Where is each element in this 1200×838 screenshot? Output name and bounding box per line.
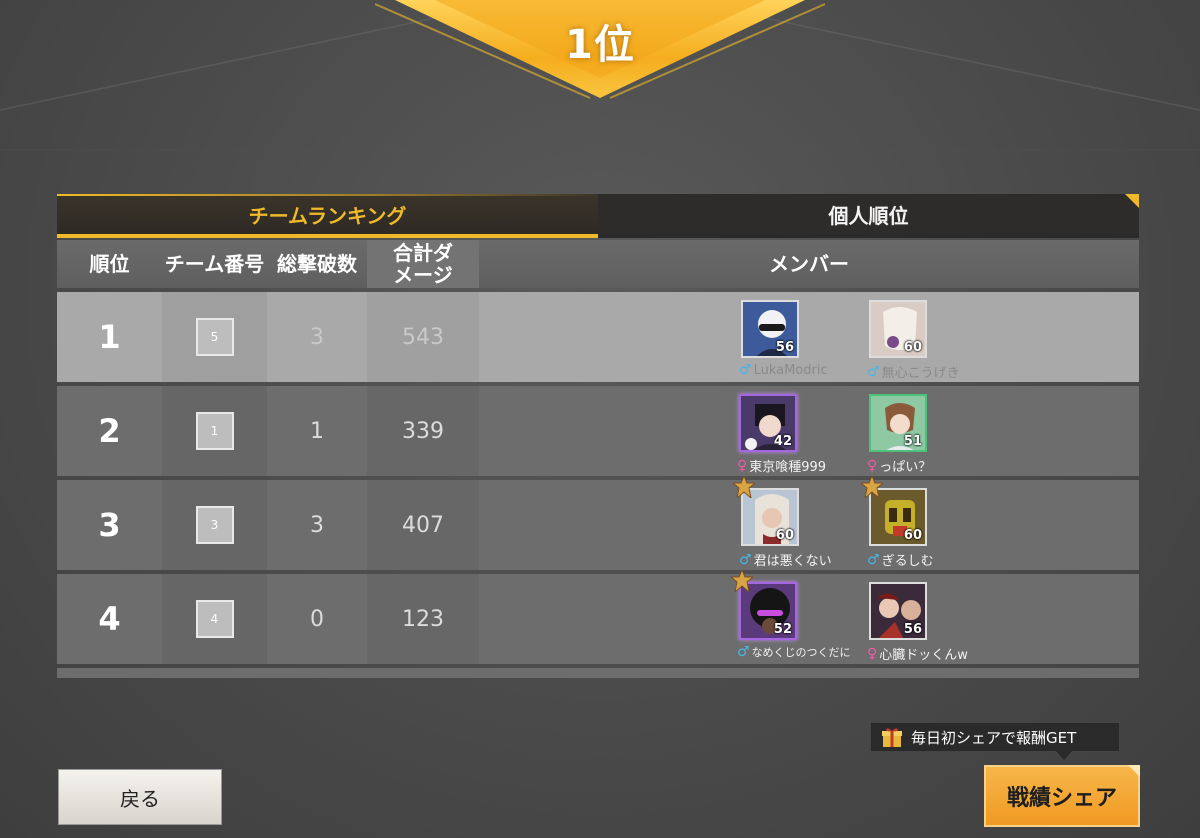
share-reward-tooltip: 毎日初シェアで報酬GET — [870, 722, 1120, 760]
member-level: 60 — [903, 528, 922, 543]
row-members: 56 ♂ LukaModric 60 ♂ 無心こうげき — [479, 292, 1139, 382]
row-kills: 1 — [310, 418, 324, 444]
member-card[interactable]: 52 ♂ なめくじのつくだに — [731, 570, 867, 664]
table-row[interactable] — [57, 668, 1139, 678]
member-card[interactable]: 56 ♀ 心臓ドッくんw — [867, 582, 997, 664]
table-header: 順位 チーム番号 総撃破数 合計ダメージ メンバー — [57, 240, 1139, 288]
row-members: 52 ♂ なめくじのつくだに 56 ♀ 心臓ドッくんw — [479, 570, 1139, 664]
rank-crest-icon — [733, 476, 755, 498]
member-name-line: ♂ 君は悪くない — [739, 550, 832, 570]
member-level: 56 — [903, 622, 922, 637]
member-avatar: 56 — [869, 582, 927, 640]
team-number-badge: 4 — [195, 600, 234, 638]
member-name: 君は悪くない — [753, 554, 832, 569]
table-row[interactable]: 3 3 3 407 60 ♂ 君は悪くない 60 ♂ ぎるしむ — [57, 476, 1139, 570]
row-members: 60 ♂ 君は悪くない 60 ♂ ぎるしむ — [479, 476, 1139, 570]
team-number-badge: 5 — [195, 318, 234, 356]
member-card[interactable]: 60 ♂ ぎるしむ — [861, 476, 997, 570]
member-name-line: ♀ 東京喰種999 — [737, 456, 827, 476]
row-damage: 339 — [367, 386, 479, 476]
table-row[interactable]: 4 4 0 123 52 ♂ なめくじのつくだに 56 ♀ 心臓ドッくんw — [57, 570, 1139, 664]
member-card[interactable]: 60 ♂ 君は悪くない — [733, 476, 869, 570]
header-total-damage-label: 合計ダメージ — [393, 241, 453, 287]
member-name-line: ♀ 心臓ドッくんw — [867, 644, 968, 664]
member-name: 心臓ドッくんw — [879, 648, 968, 663]
team-number-badge: 3 — [195, 506, 234, 544]
row-damage: 123 — [367, 574, 479, 664]
member-name: っぱい？ — [879, 460, 932, 475]
member-avatar: 42 — [739, 394, 797, 452]
member-name: 東京喰種999 — [749, 460, 827, 475]
row-kills: 3 — [310, 512, 324, 538]
member-name-line: ♂ なめくじのつくだに — [737, 644, 851, 660]
table-row[interactable]: 2 1 1 339 42 ♀ 東京喰種999 51 ♀ っぱい？ — [57, 386, 1139, 476]
header-team-number: チーム番号 — [164, 252, 265, 276]
male-icon: ♂ — [867, 551, 880, 568]
male-icon: ♂ — [867, 363, 880, 380]
male-icon: ♂ — [739, 362, 752, 378]
male-icon: ♂ — [737, 644, 750, 660]
row-team-number: 1 — [162, 386, 267, 476]
member-level: 56 — [775, 340, 794, 355]
ranking-table[interactable]: 順位 チーム番号 総撃破数 合計ダメージ メンバー 1 5 3 543 56 ♂… — [57, 240, 1139, 678]
member-avatar: 60 — [869, 300, 927, 358]
back-button[interactable]: 戻る — [58, 769, 222, 825]
row-rank: 3 — [98, 506, 121, 544]
male-icon: ♂ — [739, 551, 752, 568]
member-name: 無心こうげき — [881, 366, 960, 381]
member-card[interactable]: 56 ♂ LukaModric — [739, 300, 869, 382]
header-total-kills: 総撃破数 — [277, 252, 357, 276]
member-avatar: 56 — [741, 300, 799, 358]
tab-individual-ranking[interactable]: 個人順位 — [598, 194, 1139, 238]
gift-icon — [882, 728, 902, 747]
row-team-number: 5 — [162, 292, 267, 382]
member-level: 42 — [773, 434, 792, 449]
rank-crest-icon — [731, 570, 753, 592]
header-members: メンバー — [769, 252, 849, 276]
row-team-number: 3 — [162, 480, 267, 570]
member-card[interactable]: 51 ♀ っぱい？ — [867, 394, 997, 476]
member-name-line: ♂ LukaModric — [739, 362, 828, 378]
member-name-line: ♂ ぎるしむ — [867, 550, 934, 570]
member-card[interactable]: 42 ♀ 東京喰種999 — [737, 394, 867, 476]
tab-team-ranking[interactable]: チームランキング — [57, 194, 598, 238]
row-members: 42 ♀ 東京喰種999 51 ♀ っぱい？ — [479, 386, 1139, 476]
member-avatar: 51 — [869, 394, 927, 452]
member-level: 52 — [773, 622, 792, 637]
table-row[interactable]: 1 5 3 543 56 ♂ LukaModric 60 ♂ 無心こうげき — [57, 292, 1139, 382]
row-team-number: 4 — [162, 574, 267, 664]
row-kills: 0 — [310, 606, 324, 632]
female-icon: ♀ — [737, 457, 748, 474]
female-icon: ♀ — [867, 457, 878, 474]
member-name: なめくじのつくだに — [751, 646, 851, 659]
row-kills: 3 — [310, 324, 324, 350]
member-name-line: ♀ っぱい？ — [867, 456, 932, 476]
member-level: 60 — [775, 528, 794, 543]
member-name: ぎるしむ — [881, 554, 934, 569]
header-rank: 順位 — [89, 252, 130, 276]
share-results-button[interactable]: 戦績シェア — [984, 765, 1140, 827]
member-level: 51 — [903, 434, 922, 449]
row-damage: 543 — [367, 292, 479, 382]
female-icon: ♀ — [867, 645, 878, 662]
rank-label: 1位 — [565, 22, 635, 68]
share-tip-text: 毎日初シェアで報酬GET — [911, 728, 1077, 747]
row-rank: 2 — [98, 412, 121, 450]
rank-crest-icon — [861, 476, 883, 498]
member-name-line: ♂ 無心こうげき — [867, 362, 960, 382]
team-number-badge: 1 — [195, 412, 234, 450]
member-level: 60 — [903, 340, 922, 355]
row-rank: 1 — [98, 318, 121, 356]
member-card[interactable]: 60 ♂ 無心こうげき — [867, 300, 997, 382]
row-damage: 407 — [367, 480, 479, 570]
ranking-tabs: チームランキング 個人順位 — [57, 194, 1139, 238]
row-rank: 4 — [98, 600, 121, 638]
member-name: LukaModric — [753, 362, 828, 378]
header-total-damage: 合計ダメージ — [367, 240, 479, 288]
